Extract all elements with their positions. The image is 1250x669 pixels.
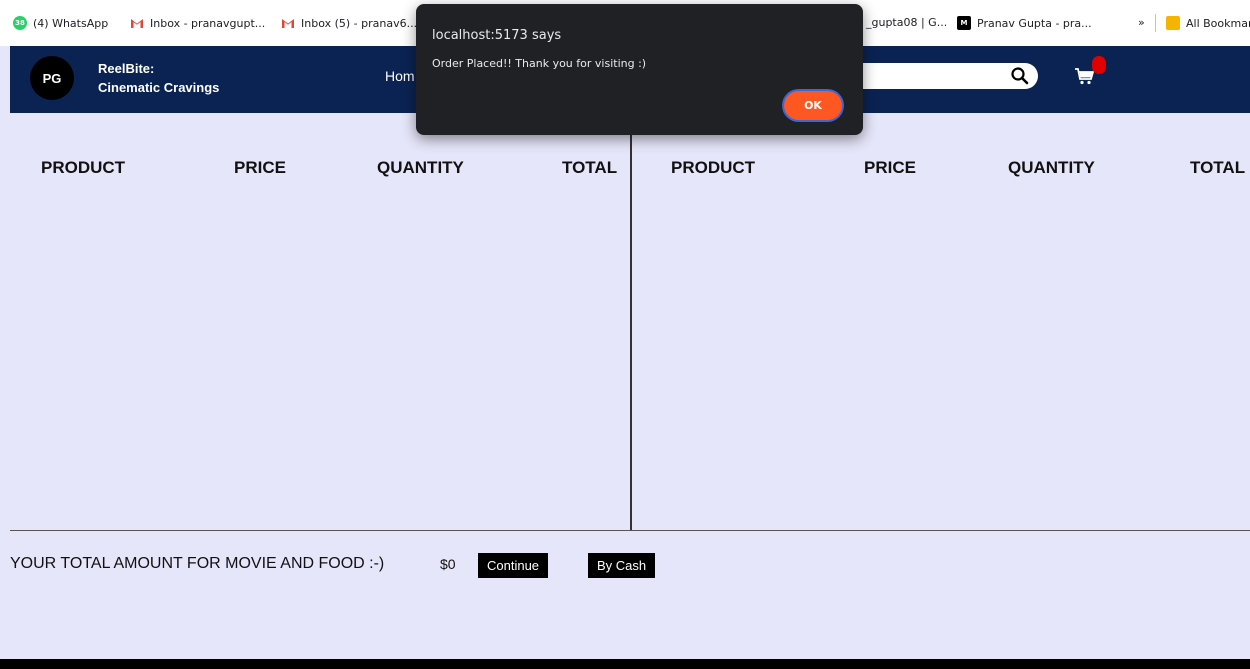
table-bottom-border <box>10 530 1250 531</box>
bookmarks-overflow-button[interactable]: » <box>1138 16 1145 29</box>
bookmark-gmail-inbox[interactable]: Inbox - pranavgupt... <box>130 16 265 30</box>
dialog-title: localhost:5173 says <box>432 28 562 43</box>
dialog-message: Order Placed!! Thank you for visiting :) <box>432 57 647 70</box>
search-icon[interactable] <box>1010 66 1030 86</box>
header-product: PRODUCT <box>41 158 126 177</box>
nav-link-home[interactable]: Hom <box>385 68 415 84</box>
chevron-double-right-icon: » <box>1138 16 1145 29</box>
bookmark-github[interactable]: _gupta08 | G... <box>866 16 947 29</box>
header-quantity: QUANTITY <box>1008 158 1095 177</box>
brand-name: ReelBite: Cinematic Cravings <box>98 59 219 97</box>
cart-table-movies: PRODUCT PRICE QUANTITY TOTAL <box>10 113 630 531</box>
cart-count-badge: 0 <box>1092 56 1106 74</box>
bookmark-gmail-inbox-2[interactable]: Inbox (5) - pranav6... <box>281 16 417 30</box>
bookmark-label: Pranav Gupta - pra... <box>977 16 1092 30</box>
logo[interactable]: PG <box>30 56 74 100</box>
gmail-icon <box>130 16 144 30</box>
total-amount-label: YOUR TOTAL AMOUNT FOR MOVIE AND FOOD :-) <box>10 555 385 572</box>
header-total: TOTAL <box>1190 158 1246 177</box>
header-product: PRODUCT <box>671 158 756 177</box>
bookmark-all-bookmarks[interactable]: All Bookmar <box>1166 16 1250 30</box>
bookmark-label: Inbox - pranavgupt... <box>150 16 266 30</box>
bookmarks-divider <box>1155 14 1156 32</box>
brand-line-1: ReelBite: <box>98 61 155 76</box>
footer <box>0 659 1250 669</box>
header-total: TOTAL <box>562 158 618 177</box>
bookmark-label: _gupta08 | G... <box>866 16 948 29</box>
bookmark-medium[interactable]: M Pranav Gupta - pra... <box>957 16 1092 30</box>
brand-line-2: Cinematic Cravings <box>98 80 220 95</box>
header-quantity: QUANTITY <box>377 158 464 177</box>
ok-button[interactable]: OK <box>784 91 842 120</box>
pay-by-cash-button[interactable]: By Cash <box>588 553 656 578</box>
total-amount-value: $0 <box>440 556 456 572</box>
cart-table-food: PRODUCT PRICE QUANTITY TOTAL <box>632 113 1250 531</box>
bookmark-label: (4) WhatsApp <box>33 16 109 30</box>
header-price: PRICE <box>234 158 286 177</box>
alert-dialog: localhost:5173 says Order Placed!! Thank… <box>416 4 863 135</box>
gmail-icon <box>281 16 295 30</box>
header-price: PRICE <box>864 158 916 177</box>
bookmark-label: Inbox (5) - pranav6... <box>301 16 418 30</box>
whatsapp-icon: 38 <box>13 16 27 30</box>
folder-icon <box>1166 16 1180 30</box>
continue-button[interactable]: Continue <box>478 553 549 578</box>
bookmark-label: All Bookmar <box>1186 16 1250 30</box>
bookmark-whatsapp[interactable]: 38 (4) WhatsApp <box>13 16 108 30</box>
medium-icon: M <box>957 16 971 30</box>
